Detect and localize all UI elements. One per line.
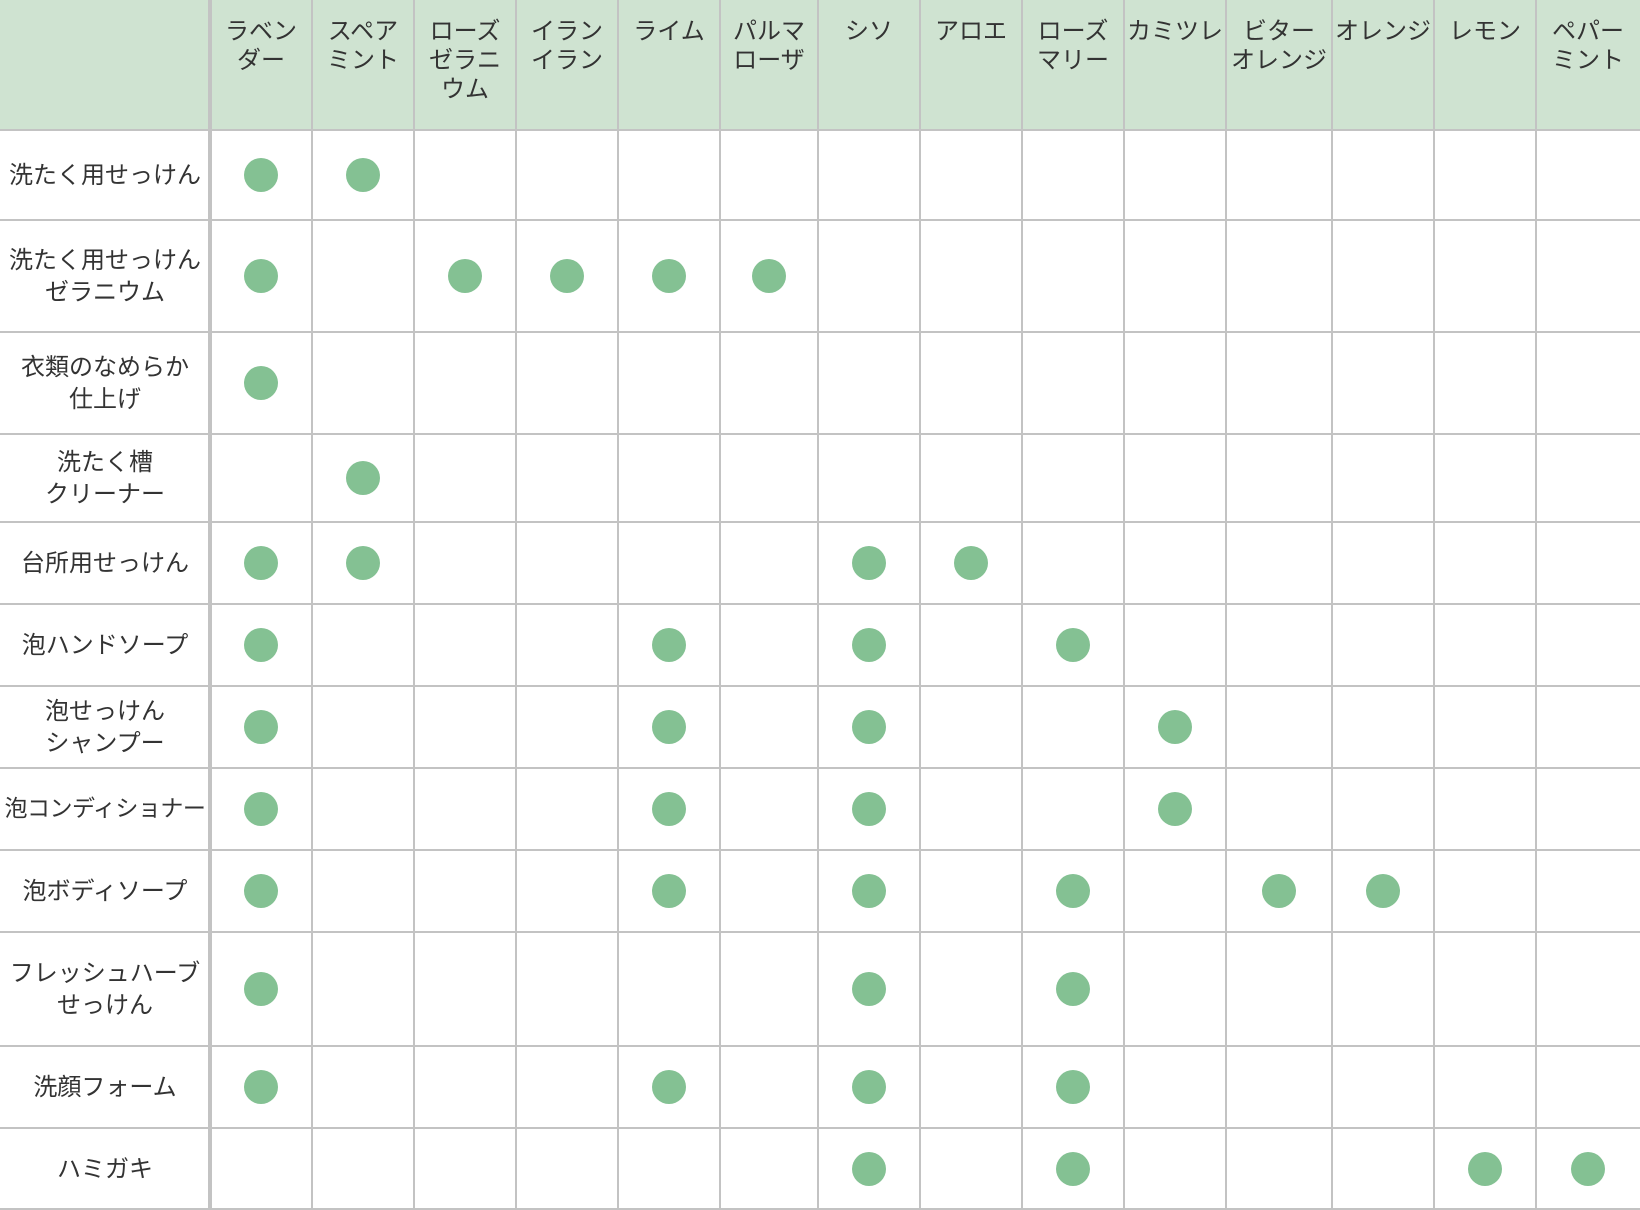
ingredient-mark	[244, 628, 278, 662]
row-label: 泡ハンドソープ	[21, 631, 189, 659]
grid-line-vertical	[1021, 0, 1023, 1210]
grid-line-horizontal	[0, 219, 1640, 221]
ingredient-mark	[954, 546, 988, 580]
ingredient-mark	[1056, 628, 1090, 662]
grid-line-vertical	[719, 0, 721, 1210]
column-header: ライム	[618, 0, 720, 130]
ingredient-product-matrix: ラベン ダー スペア ミント ローズ ゼラニ ウム イラン イラン ライム パルマ ローザ…	[0, 0, 1640, 1210]
grid-line-vertical	[515, 0, 517, 1210]
ingredient-mark	[346, 461, 380, 495]
row-label: フレッシュハーブ せっけん	[9, 959, 201, 1019]
ingredient-mark	[852, 710, 886, 744]
ingredient-mark	[652, 874, 686, 908]
grid-line-vertical	[1535, 0, 1537, 1210]
ingredient-mark	[652, 1070, 686, 1104]
column-header: ローズ マリー	[1022, 0, 1124, 130]
ingredient-mark	[244, 259, 278, 293]
column-header: アロエ	[920, 0, 1022, 130]
ingredient-mark	[1468, 1152, 1502, 1186]
header-corner	[0, 0, 210, 130]
ingredient-mark	[244, 1070, 278, 1104]
column-header: シソ	[818, 0, 920, 130]
ingredient-mark	[244, 972, 278, 1006]
ingredient-mark	[1056, 1070, 1090, 1104]
grid-line-vertical	[1123, 0, 1125, 1210]
column-header: レモン	[1434, 0, 1536, 130]
row-label: 洗たく槽 クリーナー	[45, 448, 165, 508]
ingredient-mark	[244, 546, 278, 580]
row-label: 衣類のなめらか 仕上げ	[21, 353, 189, 413]
ingredient-mark	[244, 158, 278, 192]
grid-line-vertical	[1331, 0, 1333, 1210]
ingredient-mark	[448, 259, 482, 293]
grid-line-vertical	[413, 0, 415, 1210]
grid-line-vertical	[311, 0, 313, 1210]
column-header: ラベン ダー	[210, 0, 312, 130]
ingredient-mark	[346, 158, 380, 192]
grid-line-horizontal	[0, 1045, 1640, 1047]
grid-line-vertical	[919, 0, 921, 1210]
ingredient-mark	[1366, 874, 1400, 908]
ingredient-mark	[1262, 874, 1296, 908]
ingredient-mark	[652, 792, 686, 826]
grid-line-vertical	[1225, 0, 1227, 1210]
grid-line-horizontal	[0, 685, 1640, 687]
ingredient-mark	[1158, 710, 1192, 744]
grid-line-horizontal	[0, 331, 1640, 333]
row-label: 洗たく用せっけん ゼラニウム	[9, 246, 201, 306]
ingredient-mark	[550, 259, 584, 293]
ingredient-mark	[1056, 972, 1090, 1006]
ingredient-mark	[852, 972, 886, 1006]
grid-line-horizontal	[0, 433, 1640, 435]
ingredient-mark	[244, 366, 278, 400]
ingredient-mark	[852, 1070, 886, 1104]
ingredient-mark	[652, 259, 686, 293]
grid-line-horizontal	[0, 849, 1640, 851]
grid-line-horizontal	[0, 129, 1640, 131]
ingredient-mark	[244, 710, 278, 744]
grid-line-vertical	[617, 0, 619, 1210]
ingredient-mark	[1158, 792, 1192, 826]
ingredient-mark	[852, 874, 886, 908]
grid-line-vertical	[817, 0, 819, 1210]
ingredient-mark	[652, 628, 686, 662]
grid-line-vertical	[208, 0, 212, 1210]
grid-line-horizontal	[0, 1127, 1640, 1129]
grid-line-horizontal	[0, 767, 1640, 769]
ingredient-mark	[852, 792, 886, 826]
row-label: 泡コンディショナー	[4, 796, 206, 822]
ingredient-mark	[852, 546, 886, 580]
grid-line-horizontal	[0, 603, 1640, 605]
ingredient-mark	[1571, 1152, 1605, 1186]
column-header: ペパー ミント	[1536, 0, 1640, 130]
ingredient-mark	[244, 874, 278, 908]
ingredient-mark	[1056, 874, 1090, 908]
column-header: パルマ ローザ	[720, 0, 818, 130]
grid-line-horizontal	[0, 521, 1640, 523]
ingredient-mark	[244, 792, 278, 826]
column-header: カミツレ	[1124, 0, 1226, 130]
row-label: 洗たく用せっけん	[9, 161, 201, 189]
ingredient-mark	[1056, 1152, 1090, 1186]
column-header: オレンジ	[1332, 0, 1434, 130]
ingredient-mark	[652, 710, 686, 744]
column-header: ビター オレンジ	[1226, 0, 1332, 130]
column-header: スペア ミント	[312, 0, 414, 130]
grid-line-horizontal	[0, 931, 1640, 933]
row-label: 泡ボディソープ	[22, 877, 188, 905]
ingredient-mark	[346, 546, 380, 580]
ingredient-mark	[752, 259, 786, 293]
row-label: 洗顔フォーム	[33, 1073, 177, 1101]
row-label: 台所用せっけん	[21, 549, 189, 577]
ingredient-mark	[852, 1152, 886, 1186]
column-header: イラン イラン	[516, 0, 618, 130]
row-label: 泡せっけん シャンプー	[45, 697, 165, 757]
ingredient-mark	[852, 628, 886, 662]
column-header: ローズ ゼラニ ウム	[414, 0, 516, 130]
row-label: ハミガキ	[57, 1155, 153, 1183]
grid-line-vertical	[1433, 0, 1435, 1210]
